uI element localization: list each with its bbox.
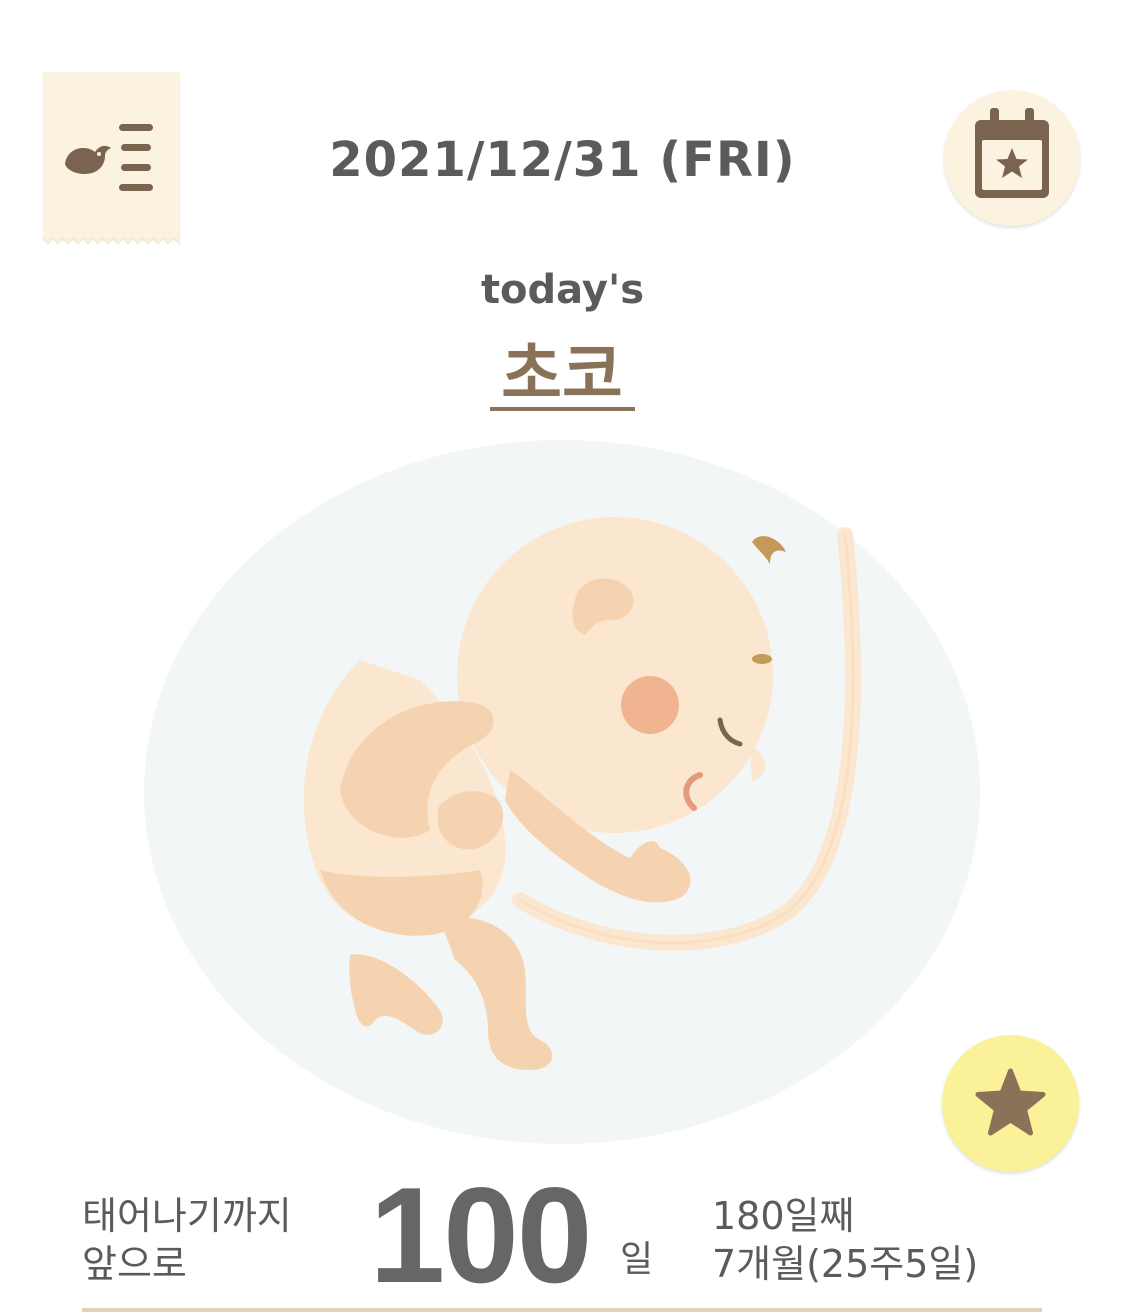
- fetus-illustration: [144, 440, 980, 1144]
- star-icon: [975, 1068, 1046, 1136]
- todays-label: today's: [480, 267, 645, 313]
- menu-button[interactable]: [43, 72, 180, 245]
- baby-name-underline: [490, 407, 635, 411]
- until-birth-line2: 앞으로: [82, 1242, 187, 1286]
- calendar-button[interactable]: [944, 90, 1080, 226]
- until-birth-label: 태어나기까지 앞으로: [82, 1192, 322, 1288]
- bottom-divider: [82, 1308, 1042, 1312]
- date-title: 2021/12/31 (FRI): [329, 132, 796, 188]
- days-left-number: 100: [369, 1159, 593, 1311]
- bird-menu-icon: [65, 124, 153, 191]
- pregnancy-age: 7개월(25주5일): [712, 1242, 979, 1286]
- favorite-button[interactable]: [942, 1035, 1079, 1172]
- baby-name[interactable]: 초코: [412, 336, 712, 414]
- days-unit: 일: [620, 1239, 654, 1280]
- calendar-star-icon: [975, 108, 1049, 198]
- until-birth-line1: 태어나기까지: [82, 1194, 292, 1238]
- tag-zigzag-edge: [43, 238, 180, 245]
- day-count: 180일째: [712, 1194, 855, 1238]
- pregnancy-progress-info: 180일째 7개월(25주5일): [712, 1192, 1012, 1288]
